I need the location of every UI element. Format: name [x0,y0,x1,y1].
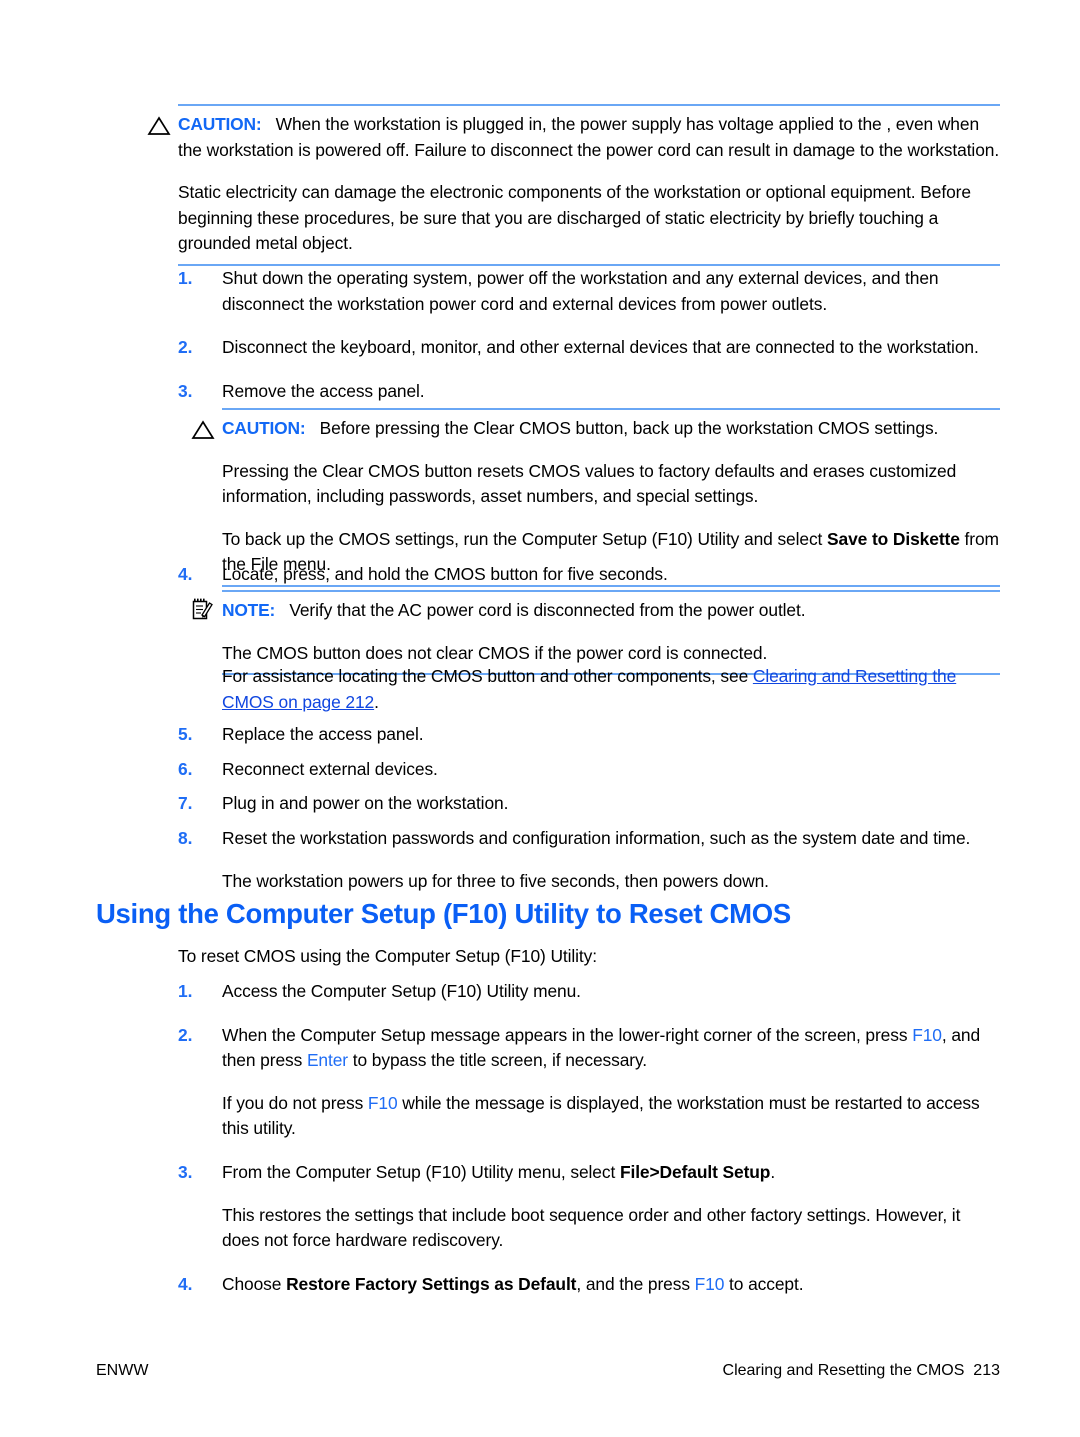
step2-part1: When the Computer Setup message appears … [222,1024,913,1045]
caution-cmos-lead-text: Before pressing the Clear CMOS button, b… [319,418,939,438]
caution-label: CAUTION: [178,114,262,134]
caution-cmos-paragraph-2: Pressing the Clear CMOS button resets CM… [222,460,957,507]
step2-note-part1: If you do not press [222,1092,368,1113]
list-item: 7. Plug in and power on the workstation. [178,791,1000,817]
list-item-text: Access the Computer Setup (F10) Utility … [222,981,581,1001]
note-admonition: NOTE: Verify that the AC power cord is d… [192,590,1000,676]
note-label: NOTE: [222,600,276,620]
list-item-number: 2. [178,1024,193,1045]
note-paragraph-2: The CMOS button does not clear CMOS if t… [222,642,768,663]
list-item: 1. Shut down the operating system, power… [178,266,1000,317]
list-item-number: 4. [178,1273,193,1294]
list-item-followup-text: The workstation powers up for three to f… [222,871,769,892]
note-lead: NOTE: Verify that the AC power cord is d… [222,598,1000,624]
key-enter: Enter [306,1050,349,1071]
list-item-number: 1. [178,981,193,1001]
step3-note-text: This restores the settings that include … [222,1204,961,1251]
list-item: 6. Reconnect external devices. [178,757,1000,783]
list-item-text: Reset the workstation passwords and conf… [222,827,971,848]
key-f10: F10 [367,1092,398,1113]
caution-top-paragraph-1: CAUTION: When the workstation is plugged… [178,112,1000,163]
step3-part1: From the Computer Setup (F10) Utility me… [222,1161,620,1182]
caution-top-paragraph-2: Static electricity can damage the electr… [178,182,971,254]
list-item: 3. From the Computer Setup (F10) Utility… [178,1160,1000,1186]
warning-triangle-icon [191,419,215,441]
list-item: 4. Locate, press, and hold the CMOS butt… [178,562,1000,588]
xref-post-text: . [374,691,379,712]
step4-part1: Choose [222,1273,287,1294]
list-item-text: Locate, press, and hold the CMOS button … [222,564,668,584]
step4-part2: , and the press [576,1273,695,1294]
list-item-text: Remove the access panel. [222,380,425,401]
footer-left-label: ENWW [96,1362,149,1379]
save-to-diskette-emphasis: Save to Diskette [827,528,960,549]
note-lead-text: Verify that the AC power cord is disconn… [289,600,806,620]
list-item-number: 1. [178,268,193,288]
list-item-text: Choose Restore Factory Settings as Defau… [222,1272,1000,1298]
caution-cmos-p3-pre: To back up the CMOS settings, run the Co… [222,528,828,549]
caution-top-text-1: When the workstation is plugged in, the … [178,114,1000,160]
page-section-heading: Using the Computer Setup (F10) Utility t… [96,898,791,929]
file-default-setup-emphasis: File>Default Setup [619,1161,771,1182]
list-item: 2. When the Computer Setup message appea… [178,1023,1000,1074]
list-item-number: 2. [178,337,193,358]
caution-admonition-top: CAUTION: When the workstation is plugged… [147,104,1000,266]
list-item: 8. Reset the workstation passwords and c… [178,826,1000,895]
key-f10: F10 [912,1024,942,1045]
list-item-text: Replace the access panel. [222,724,424,744]
list-item-number: 7. [178,793,193,814]
step4-part3: to accept. [724,1273,804,1294]
list-item-number: 3. [178,380,193,401]
list-item-number: 4. [178,564,193,584]
list-item-number: 3. [178,1161,193,1182]
list-item-text: Shut down the operating system, power of… [222,268,939,314]
note-pencil-icon [191,598,215,620]
procedure-list-lower: 1. Access the Computer Setup (F10) Utili… [178,979,1000,1297]
xref-paragraph: For assistance locating the CMOS button … [222,664,1000,715]
list-item-text: Reconnect external devices. [222,758,438,779]
list-item: 5. Replace the access panel. [178,722,1000,748]
restore-factory-settings-emphasis: Restore Factory Settings as Default [286,1273,577,1294]
step3-part2: . [770,1161,776,1182]
list-item: 1. Access the Computer Setup (F10) Utili… [178,979,1000,1005]
caution-admonition-cmos: CAUTION: Before pressing the Clear CMOS … [191,408,1000,587]
warning-triangle-icon [147,115,171,137]
key-f10: F10 [694,1273,725,1294]
list-item: 2. Disconnect the keyboard, monitor, and… [178,335,1000,361]
step2-note-text: If you do not press F10 while the messag… [222,1091,1000,1142]
caution-label: CAUTION: [222,418,306,438]
list-item-number: 5. [178,724,193,744]
list-item-followup: This restores the settings that include … [178,1203,1000,1254]
footer-right-label: Clearing and Resetting the CMOS 213 [722,1362,1000,1379]
section-intro-text: To reset CMOS using the Computer Setup (… [178,946,597,966]
list-item-text: When the Computer Setup message appears … [222,1023,1000,1074]
list-item-number: 6. [178,758,193,779]
list-item: 3. Remove the access panel. [178,379,1000,405]
caution-cmos-lead: CAUTION: Before pressing the Clear CMOS … [222,416,1000,442]
list-item-text: From the Computer Setup (F10) Utility me… [222,1160,1000,1186]
step2-part3: to bypass the title screen, if necessary… [348,1050,648,1071]
procedure-list-upper: 1. Shut down the operating system, power… [178,266,1000,404]
procedure-list-upper-cont: 5. Replace the access panel. 6. Reconnec… [178,722,1000,895]
list-item: 4. Choose Restore Factory Settings as De… [178,1272,1000,1298]
list-item-number: 8. [178,827,193,848]
list-item-text: Plug in and power on the workstation. [222,793,509,814]
list-item-text: Disconnect the keyboard, monitor, and ot… [222,337,979,358]
page-footer: ENWW Clearing and Resetting the CMOS 213 [96,1362,1000,1380]
list-item-followup: If you do not press F10 while the messag… [178,1091,1000,1142]
xref-pre-text: For assistance locating the CMOS button … [222,666,753,686]
document-page: CAUTION: When the workstation is plugged… [0,0,1080,1437]
